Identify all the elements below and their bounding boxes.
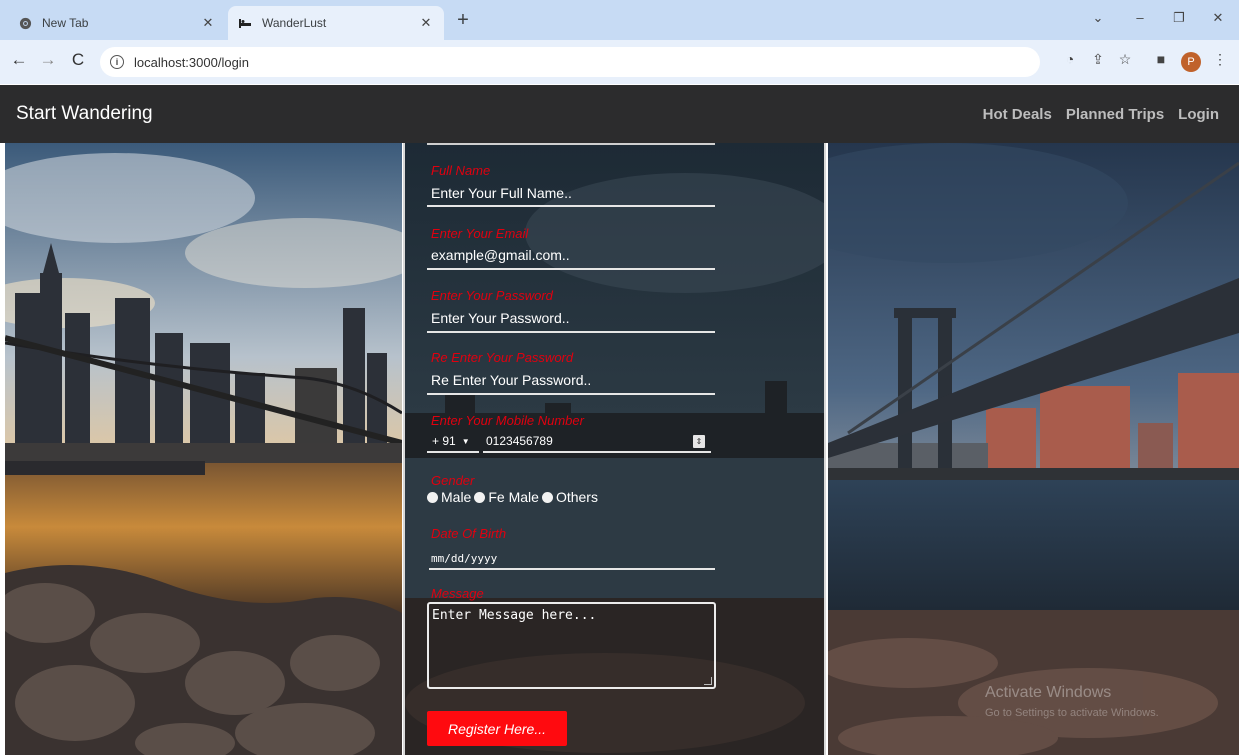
full-name-input[interactable]: Enter Your Full Name.. xyxy=(431,185,572,201)
browser-toolbar: ← → C i localhost:3000/login ◔ ⇪ ☆ ■ ⋮ xyxy=(0,40,1239,84)
back-icon[interactable]: ← xyxy=(8,50,30,70)
message-label: Message xyxy=(431,586,484,601)
country-code-value: + 91 xyxy=(432,434,456,448)
email-underline xyxy=(427,268,715,270)
mobile-label: Enter Your Mobile Number xyxy=(431,413,584,428)
browser-tab-strip: New Tab ✕ WanderLust ✕ + ⌄ – ❐ ✕ xyxy=(0,0,1239,40)
email-label: Enter Your Email xyxy=(431,226,529,241)
mobile-input[interactable]: 0123456789 ⇕ xyxy=(483,431,711,453)
reload-icon[interactable]: C xyxy=(67,50,89,70)
dob-label: Date Of Birth xyxy=(431,526,507,541)
close-window-icon[interactable]: ✕ xyxy=(1208,10,1228,26)
maximize-icon[interactable]: ❐ xyxy=(1169,10,1189,26)
password-label: Enter Your Password xyxy=(431,288,553,303)
confirm-password-label: Re Enter Your Password xyxy=(431,350,574,365)
full-name-underline xyxy=(427,205,715,207)
hero-image-right xyxy=(828,143,1239,755)
site-navbar: Start Wandering Hot Deals Planned Trips … xyxy=(0,85,1239,143)
nav-login[interactable]: Login xyxy=(1178,106,1219,123)
info-icon[interactable]: i xyxy=(110,55,124,69)
country-code-select[interactable]: + 91 ▼ xyxy=(427,431,479,453)
nav-planned-trips[interactable]: Planned Trips xyxy=(1066,106,1164,123)
password-underline xyxy=(427,331,715,333)
address-bar[interactable]: i localhost:3000/login xyxy=(100,47,1040,77)
bookmark-star-icon[interactable]: ☆ xyxy=(1115,51,1135,68)
option-label: Others xyxy=(555,489,598,505)
close-tab-icon[interactable]: ✕ xyxy=(418,15,434,31)
option-label: Male xyxy=(441,489,472,505)
forward-icon[interactable]: → xyxy=(37,50,59,70)
hero-image-left xyxy=(5,143,402,755)
url-text: localhost:3000/login xyxy=(134,54,249,70)
gender-option-others[interactable]: Others xyxy=(541,489,598,505)
number-spinner-icon[interactable]: ⇕ xyxy=(693,435,705,448)
confirm-password-underline xyxy=(427,393,715,395)
wander-icon xyxy=(238,16,252,30)
register-button[interactable]: Register Here... xyxy=(427,711,567,746)
chevron-down-icon: ▼ xyxy=(461,436,470,446)
nav-links: Hot Deals Planned Trips Login xyxy=(983,106,1219,123)
chrome-icon xyxy=(18,16,32,30)
profile-avatar[interactable]: P xyxy=(1181,52,1201,72)
resize-handle-icon[interactable] xyxy=(704,677,712,685)
minimize-icon[interactable]: – xyxy=(1130,10,1150,25)
activate-windows-subtitle: Go to Settings to activate Windows. xyxy=(985,707,1159,719)
google-lens-icon[interactable]: ◔ xyxy=(1060,51,1080,67)
full-name-label: Full Name xyxy=(431,163,491,178)
radio-icon[interactable] xyxy=(541,491,553,503)
sidepanel-icon[interactable]: ■ xyxy=(1151,51,1171,67)
confirm-password-input[interactable]: Re Enter Your Password.. xyxy=(431,372,591,388)
gender-label: Gender xyxy=(431,473,475,488)
dob-input[interactable]: mm/dd/yyyy xyxy=(429,548,715,570)
dob-placeholder: mm/dd/yyyy xyxy=(431,551,498,565)
option-label: Fe Male xyxy=(488,489,539,505)
tab-title: WanderLust xyxy=(262,16,327,30)
tab-new-tab[interactable]: New Tab ✕ xyxy=(8,6,226,40)
menu-dots-icon[interactable]: ⋮ xyxy=(1210,51,1230,68)
divider xyxy=(427,143,715,145)
radio-icon[interactable] xyxy=(474,491,486,503)
share-icon[interactable]: ⇪ xyxy=(1088,51,1108,68)
radio-icon[interactable] xyxy=(427,491,438,503)
brand-title[interactable]: Start Wandering xyxy=(16,103,153,125)
nav-hot-deals[interactable]: Hot Deals xyxy=(983,106,1052,123)
gender-option-male[interactable]: Male xyxy=(427,489,471,505)
mobile-placeholder: 0123456789 xyxy=(486,434,553,448)
new-tab-icon[interactable]: + xyxy=(452,9,474,32)
registration-form: Full Name Enter Your Full Name.. Enter Y… xyxy=(405,143,824,755)
message-textarea[interactable]: Enter Message here... xyxy=(427,602,716,689)
close-tab-icon[interactable]: ✕ xyxy=(200,15,216,31)
gender-radio-group: Male Fe Male Others xyxy=(427,489,601,505)
tab-title: New Tab xyxy=(42,16,89,30)
tab-search-icon[interactable]: ⌄ xyxy=(1088,10,1108,26)
gender-option-female[interactable]: Fe Male xyxy=(474,489,539,505)
message-placeholder: Enter Message here... xyxy=(432,608,597,623)
password-input[interactable]: Enter Your Password.. xyxy=(431,310,570,326)
email-input[interactable]: example@gmail.com.. xyxy=(431,247,570,263)
tab-wanderlust[interactable]: WanderLust ✕ xyxy=(228,6,444,40)
activate-windows-title: Activate Windows xyxy=(985,684,1112,701)
